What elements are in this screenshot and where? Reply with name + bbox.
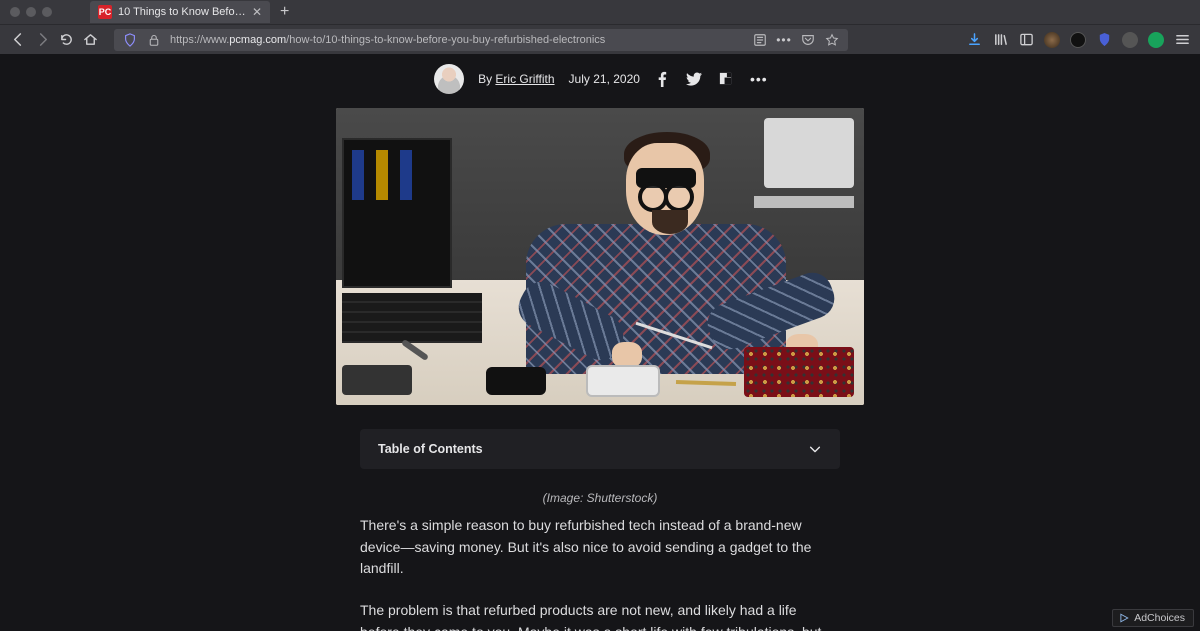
back-button[interactable] [10, 32, 26, 48]
chevron-down-icon [808, 442, 822, 456]
adchoices-label: AdChoices [1134, 612, 1185, 624]
author-link[interactable]: Eric Griffith [495, 72, 554, 86]
traffic-zoom[interactable] [42, 7, 52, 17]
tab-favicon: PC [98, 5, 112, 19]
toolbar-right [966, 32, 1190, 48]
by-label: By [478, 72, 492, 86]
image-caption: (Image: Shutterstock) [360, 491, 840, 505]
adchoices-icon [1119, 613, 1129, 623]
browser-chrome: PC 10 Things to Know Before You B... ✕ + [0, 0, 1200, 54]
traffic-minimize[interactable] [26, 7, 36, 17]
paragraph: There's a simple reason to buy refurbish… [360, 515, 840, 580]
bookmark-star-icon[interactable] [824, 32, 840, 48]
page-actions-icon[interactable]: ••• [776, 32, 792, 48]
extension-4-icon[interactable] [1148, 32, 1164, 48]
forward-button[interactable] [34, 32, 50, 48]
tab-title: 10 Things to Know Before You B... [118, 6, 246, 18]
url-text: https://www.pcmag.com/how-to/10-things-t… [170, 34, 744, 46]
url-prefix: https://www. [170, 34, 229, 46]
pocket-icon[interactable] [800, 32, 816, 48]
window-controls[interactable] [6, 7, 60, 17]
tracking-shield-icon[interactable] [122, 32, 138, 48]
tab-close-icon[interactable]: ✕ [252, 5, 262, 19]
address-bar[interactable]: https://www.pcmag.com/how-to/10-things-t… [114, 29, 848, 51]
downloads-icon[interactable] [966, 32, 982, 48]
flipboard-icon[interactable] [718, 71, 734, 87]
adchoices-badge[interactable]: AdChoices [1112, 609, 1194, 627]
library-icon[interactable] [992, 32, 1008, 48]
twitter-icon[interactable] [686, 71, 702, 87]
extension-shield-icon[interactable] [1096, 32, 1112, 48]
new-tab-button[interactable]: + [280, 3, 289, 21]
author-block: By Eric Griffith [478, 72, 554, 86]
extension-3-icon[interactable] [1122, 32, 1138, 48]
reader-mode-icon[interactable] [752, 32, 768, 48]
traffic-close[interactable] [10, 7, 20, 17]
table-of-contents-toggle[interactable]: Table of Contents [360, 429, 840, 469]
lock-icon[interactable] [146, 32, 162, 48]
facebook-icon[interactable] [654, 71, 670, 87]
extension-1-icon[interactable] [1044, 32, 1060, 48]
article-body: There's a simple reason to buy refurbish… [360, 515, 840, 631]
toc-label: Table of Contents [378, 442, 483, 456]
home-button[interactable] [82, 32, 98, 48]
hero-image [336, 108, 864, 405]
byline: By Eric Griffith July 21, 2020 ••• [0, 54, 1200, 108]
app-menu-icon[interactable] [1174, 32, 1190, 48]
share-row: ••• [654, 71, 766, 87]
page-content: By Eric Griffith July 21, 2020 ••• [0, 54, 1200, 631]
paragraph: The problem is that refurbed products ar… [360, 600, 840, 631]
tab-strip: PC 10 Things to Know Before You B... ✕ + [0, 0, 1200, 24]
sidebar-icon[interactable] [1018, 32, 1034, 48]
more-share-icon[interactable]: ••• [750, 71, 766, 87]
publish-date: July 21, 2020 [569, 72, 640, 86]
hero-image-wrap [0, 108, 1200, 405]
url-host: pcmag.com [229, 34, 286, 46]
author-avatar[interactable] [434, 64, 464, 94]
browser-tab[interactable]: PC 10 Things to Know Before You B... ✕ [90, 1, 270, 23]
article-body-wrap: Table of Contents (Image: Shutterstock) … [360, 429, 840, 631]
reload-button[interactable] [58, 32, 74, 48]
nav-toolbar: https://www.pcmag.com/how-to/10-things-t… [0, 24, 1200, 54]
extension-2-icon[interactable] [1070, 32, 1086, 48]
url-path: /how-to/10-things-to-know-before-you-buy… [286, 34, 605, 46]
